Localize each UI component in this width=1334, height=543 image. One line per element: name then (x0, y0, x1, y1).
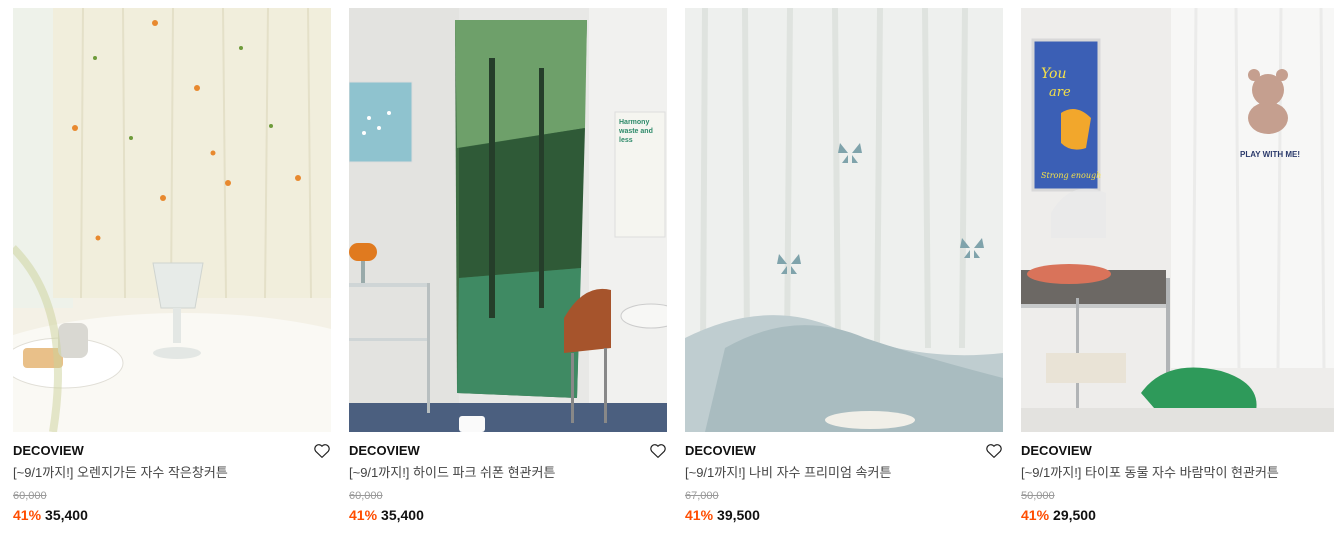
product-card[interactable]: Harmony waste and less DECOVIEW [~9/1까지!] … (349, 8, 667, 524)
forest-print-curtain-image: Harmony waste and less (349, 8, 667, 432)
svg-text:Strong enough: Strong enough (1041, 171, 1101, 180)
svg-text:PLAY WITH ME!: PLAY WITH ME! (1240, 150, 1300, 159)
sale-price: 39,500 (717, 507, 760, 523)
original-price: 67,000 (685, 490, 719, 502)
brand-name[interactable]: DECOVIEW (1021, 443, 1334, 459)
discount-rate: 41% (1021, 507, 1050, 523)
product-card[interactable]: DECOVIEW [~9/1까지!] 나비 자수 프리미엄 속커튼 67,000… (685, 8, 1003, 524)
product-card[interactable]: You are Strong enough PLAY WITH ME! DECO… (1021, 8, 1334, 524)
product-image[interactable] (13, 8, 331, 432)
product-image[interactable]: Harmony waste and less (349, 8, 667, 432)
wishlist-heart-icon[interactable] (313, 442, 331, 460)
product-name[interactable]: [~9/1까지!] 오렌지가든 자수 작은창커튼 (13, 464, 331, 481)
typo-animal-curtain-image: You are Strong enough PLAY WITH ME! (1021, 8, 1334, 432)
original-price: 60,000 (13, 490, 47, 502)
sale-price: 35,400 (381, 507, 424, 523)
brand-name[interactable]: DECOVIEW (685, 443, 1003, 459)
product-name[interactable]: [~9/1까지!] 하이드 파크 쉬폰 현관커튼 (349, 464, 667, 481)
discount-rate: 41% (685, 507, 714, 523)
discount-rate: 41% (13, 507, 42, 523)
wishlist-heart-icon[interactable] (649, 442, 667, 460)
svg-text:are: are (1049, 85, 1071, 100)
original-price: 60,000 (349, 490, 383, 502)
original-price: 50,000 (1021, 490, 1055, 502)
sale-price-row: 41% 35,400 (13, 506, 331, 524)
sale-price-row: 41% 35,400 (349, 506, 667, 524)
product-name[interactable]: [~9/1까지!] 타이포 동물 자수 바람막이 현관커튼 (1021, 464, 1334, 481)
product-name[interactable]: [~9/1까지!] 나비 자수 프리미엄 속커튼 (685, 464, 1003, 481)
sale-price: 35,400 (45, 507, 88, 523)
orange-garden-curtain-image (13, 8, 331, 432)
discount-rate: 41% (349, 507, 378, 523)
product-grid: DECOVIEW [~9/1까지!] 오렌지가든 자수 작은창커튼 60,000… (0, 0, 1334, 543)
product-image[interactable] (685, 8, 1003, 432)
poster-text: You (1041, 66, 1066, 82)
brand-name[interactable]: DECOVIEW (349, 443, 667, 459)
sale-price-row: 41% 39,500 (685, 506, 1003, 524)
product-image[interactable]: You are Strong enough PLAY WITH ME! (1021, 8, 1334, 432)
brand-name[interactable]: DECOVIEW (13, 443, 331, 459)
butterfly-sheer-curtain-image (685, 8, 1003, 432)
wishlist-heart-icon[interactable] (985, 442, 1003, 460)
sale-price-row: 41% 29,500 (1021, 506, 1334, 524)
sale-price: 29,500 (1053, 507, 1096, 523)
product-card[interactable]: DECOVIEW [~9/1까지!] 오렌지가든 자수 작은창커튼 60,000… (13, 8, 331, 524)
